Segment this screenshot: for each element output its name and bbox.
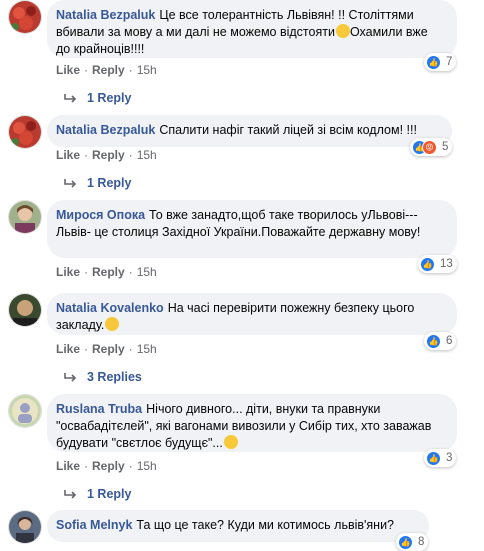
- like-button[interactable]: Like: [56, 342, 80, 356]
- comment-bubble: Natalia Bezpaluk Спалити нафіг такий ліце…: [47, 115, 452, 147]
- comment-bubble: Sofia Melnyk Та що це таке? Куди ми котим…: [47, 510, 429, 542]
- view-replies-link[interactable]: 1 Reply: [64, 176, 131, 190]
- reaction-count: 7: [446, 56, 453, 68]
- reply-arrow-icon: [64, 489, 77, 499]
- timestamp[interactable]: 15h: [137, 63, 157, 77]
- reply-button[interactable]: Reply: [92, 148, 125, 162]
- reaction-summary[interactable]: 👍 3: [424, 449, 457, 467]
- timestamp[interactable]: 15h: [137, 342, 157, 356]
- comment-author[interactable]: Sofia Melnyk: [56, 518, 132, 532]
- comment-bubble: Мирося Опока То вже занадто,щоб таке твор…: [47, 200, 457, 258]
- comment-actions: Like · Reply · 15h: [56, 265, 157, 279]
- avatar[interactable]: [8, 200, 42, 234]
- reaction-summary[interactable]: 👍 6: [424, 332, 457, 350]
- comment-bubble: Ruslana Truba Нічого дивного... діти, вну…: [47, 394, 457, 452]
- reply-button[interactable]: Reply: [92, 265, 125, 279]
- angry-icon: 😡: [422, 139, 437, 155]
- like-icon: 👍: [426, 333, 441, 349]
- replies-count[interactable]: 1 Reply: [87, 176, 131, 190]
- comment-actions: Like · Reply · 15h: [56, 342, 157, 356]
- timestamp[interactable]: 15h: [137, 265, 157, 279]
- like-button[interactable]: Like: [56, 265, 80, 279]
- reply-button[interactable]: Reply: [92, 342, 125, 356]
- reaction-count: 8: [418, 536, 425, 548]
- thinking-emoji-icon: [335, 24, 350, 38]
- timestamp[interactable]: 15h: [137, 148, 157, 162]
- reply-button[interactable]: Reply: [92, 459, 125, 473]
- reaction-summary[interactable]: 👍 😡 5: [410, 138, 453, 156]
- reply-arrow-icon: [64, 93, 77, 103]
- comment-author[interactable]: Natalia Kovalenko: [56, 301, 164, 315]
- like-icon: 👍: [426, 54, 441, 70]
- avatar[interactable]: [8, 0, 42, 34]
- reaction-count: 5: [442, 141, 449, 153]
- replies-count[interactable]: 1 Reply: [87, 487, 131, 501]
- avatar[interactable]: [8, 510, 42, 544]
- avatar[interactable]: [8, 115, 42, 149]
- reaction-summary[interactable]: 👍 13: [418, 255, 457, 273]
- timestamp[interactable]: 15h: [137, 459, 157, 473]
- reaction-summary[interactable]: 👍 7: [424, 53, 457, 71]
- reaction-summary[interactable]: 👍 8: [396, 533, 429, 551]
- comment-author[interactable]: Natalia Bezpaluk: [56, 8, 155, 22]
- reaction-count: 6: [446, 335, 453, 347]
- comment-text: Та що це таке? Куди ми котимось львів'ян…: [136, 518, 395, 532]
- comment-text: Спалити нафіг такий ліцей зі всім кодлом…: [159, 123, 417, 137]
- like-icon: 👍: [420, 256, 435, 272]
- like-button[interactable]: Like: [56, 63, 80, 77]
- comment-author[interactable]: Natalia Bezpaluk: [56, 123, 155, 137]
- comment-actions: Like · Reply · 15h: [56, 148, 157, 162]
- replies-count[interactable]: 1 Reply: [87, 91, 131, 105]
- comment-bubble: Natalia Bezpaluk Це все толерантність Льв…: [47, 0, 457, 58]
- confused-emoji-icon: [223, 435, 238, 449]
- comment-bubble: Natalia Kovalenko На часі перевірити поже…: [47, 293, 457, 335]
- comment-actions: Like · Reply · 15h: [56, 63, 157, 77]
- comment-author[interactable]: Ruslana Truba: [56, 402, 142, 416]
- reaction-count: 13: [440, 258, 453, 270]
- like-icon: 👍: [426, 450, 441, 466]
- avatar[interactable]: [8, 394, 42, 428]
- comment-author[interactable]: Мирося Опока: [56, 208, 145, 222]
- reply-arrow-icon: [64, 178, 77, 188]
- like-button[interactable]: Like: [56, 459, 80, 473]
- comment-actions: Like · Reply · 15h: [56, 459, 157, 473]
- reply-arrow-icon: [64, 372, 77, 382]
- replies-count[interactable]: 3 Replies: [87, 370, 142, 384]
- view-replies-link[interactable]: 1 Reply: [64, 487, 131, 501]
- view-replies-link[interactable]: 3 Replies: [64, 370, 142, 384]
- like-button[interactable]: Like: [56, 148, 80, 162]
- view-replies-link[interactable]: 1 Reply: [64, 91, 131, 105]
- reaction-count: 3: [446, 452, 453, 464]
- wink-emoji-icon: [105, 317, 120, 331]
- avatar[interactable]: [8, 293, 42, 327]
- reply-button[interactable]: Reply: [92, 63, 125, 77]
- like-icon: 👍: [398, 534, 413, 550]
